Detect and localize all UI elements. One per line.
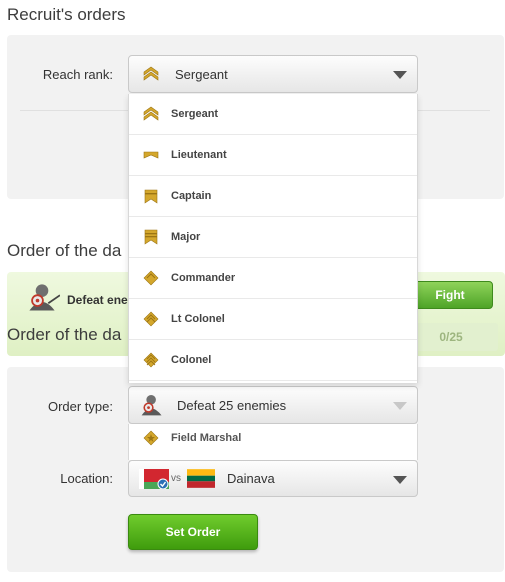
- order-type-label: Order type:: [47, 399, 113, 414]
- order-type-value: Defeat 25 enemies: [177, 397, 287, 413]
- rank-option-lieutenant[interactable]: Lieutenant: [129, 135, 417, 176]
- captain-rank-icon: [144, 189, 158, 204]
- rank-option-label: Major: [171, 231, 201, 243]
- location-vs-text: vs: [171, 473, 181, 484]
- rank-option-label: Commander: [171, 272, 236, 284]
- daily-mission-text: Defeat ene: [67, 293, 128, 307]
- rank-option-major[interactable]: Major: [129, 217, 417, 258]
- rank-select-value: Sergeant: [175, 66, 228, 82]
- rank-option-colonel[interactable]: Colonel: [129, 340, 417, 381]
- rank-dropdown-list: Sergeant Lieutenant Captain Major Comman…: [128, 94, 418, 383]
- field-marshal-rank-icon: [143, 430, 159, 446]
- major-rank-icon: [144, 229, 158, 245]
- belarus-flag-icon: [139, 468, 169, 489]
- rank-select[interactable]: Sergeant: [128, 55, 418, 93]
- rank-option-captain[interactable]: Captain: [129, 176, 417, 217]
- chevron-down-icon[interactable]: [393, 475, 407, 484]
- location-select[interactable]: vs Dainava: [128, 460, 418, 497]
- recruit-orders-title: Recruit's orders: [7, 5, 126, 24]
- rank-option-label: Field Marshal: [171, 432, 242, 444]
- chevron-down-icon[interactable]: [393, 71, 407, 79]
- rank-option-commander[interactable]: Commander: [129, 258, 417, 299]
- reach-rank-label: Reach rank:: [42, 67, 113, 82]
- order-form-title: Order of the da: [7, 325, 122, 344]
- order-type-select[interactable]: Defeat 25 enemies: [128, 386, 418, 424]
- rank-option-label: Sergeant: [171, 108, 219, 120]
- lithuania-flag-icon: [187, 469, 215, 488]
- soldier-target-icon: [141, 395, 162, 416]
- order-of-day-title: Order of the da: [7, 241, 122, 260]
- chevron-down-icon[interactable]: [393, 402, 407, 410]
- sergeant-rank-icon: [143, 66, 159, 81]
- sergeant-rank-icon: [143, 106, 159, 121]
- rank-option-label: Lieutenant: [171, 149, 227, 161]
- rank-option-sergeant[interactable]: Sergeant: [129, 94, 417, 135]
- fight-button[interactable]: Fight: [407, 281, 493, 309]
- colonel-rank-icon: [143, 352, 159, 368]
- location-label: Location:: [60, 471, 113, 486]
- rank-option-field-marshal[interactable]: Field Marshal: [128, 424, 418, 460]
- lt-colonel-rank-icon: [143, 311, 159, 327]
- rank-option-label: Captain: [171, 190, 212, 202]
- rank-option-label: Colonel: [171, 354, 212, 366]
- commander-rank-icon: [143, 270, 159, 286]
- rank-option-label: Lt Colonel: [171, 313, 225, 325]
- set-order-button[interactable]: Set Order: [128, 514, 258, 550]
- location-value: Dainava: [227, 471, 275, 486]
- lieutenant-rank-icon: [143, 151, 159, 159]
- rank-option-lt-colonel[interactable]: Lt Colonel: [129, 299, 417, 340]
- order-progress: 0/25: [404, 323, 498, 351]
- soldier-avatar-icon: [29, 284, 60, 311]
